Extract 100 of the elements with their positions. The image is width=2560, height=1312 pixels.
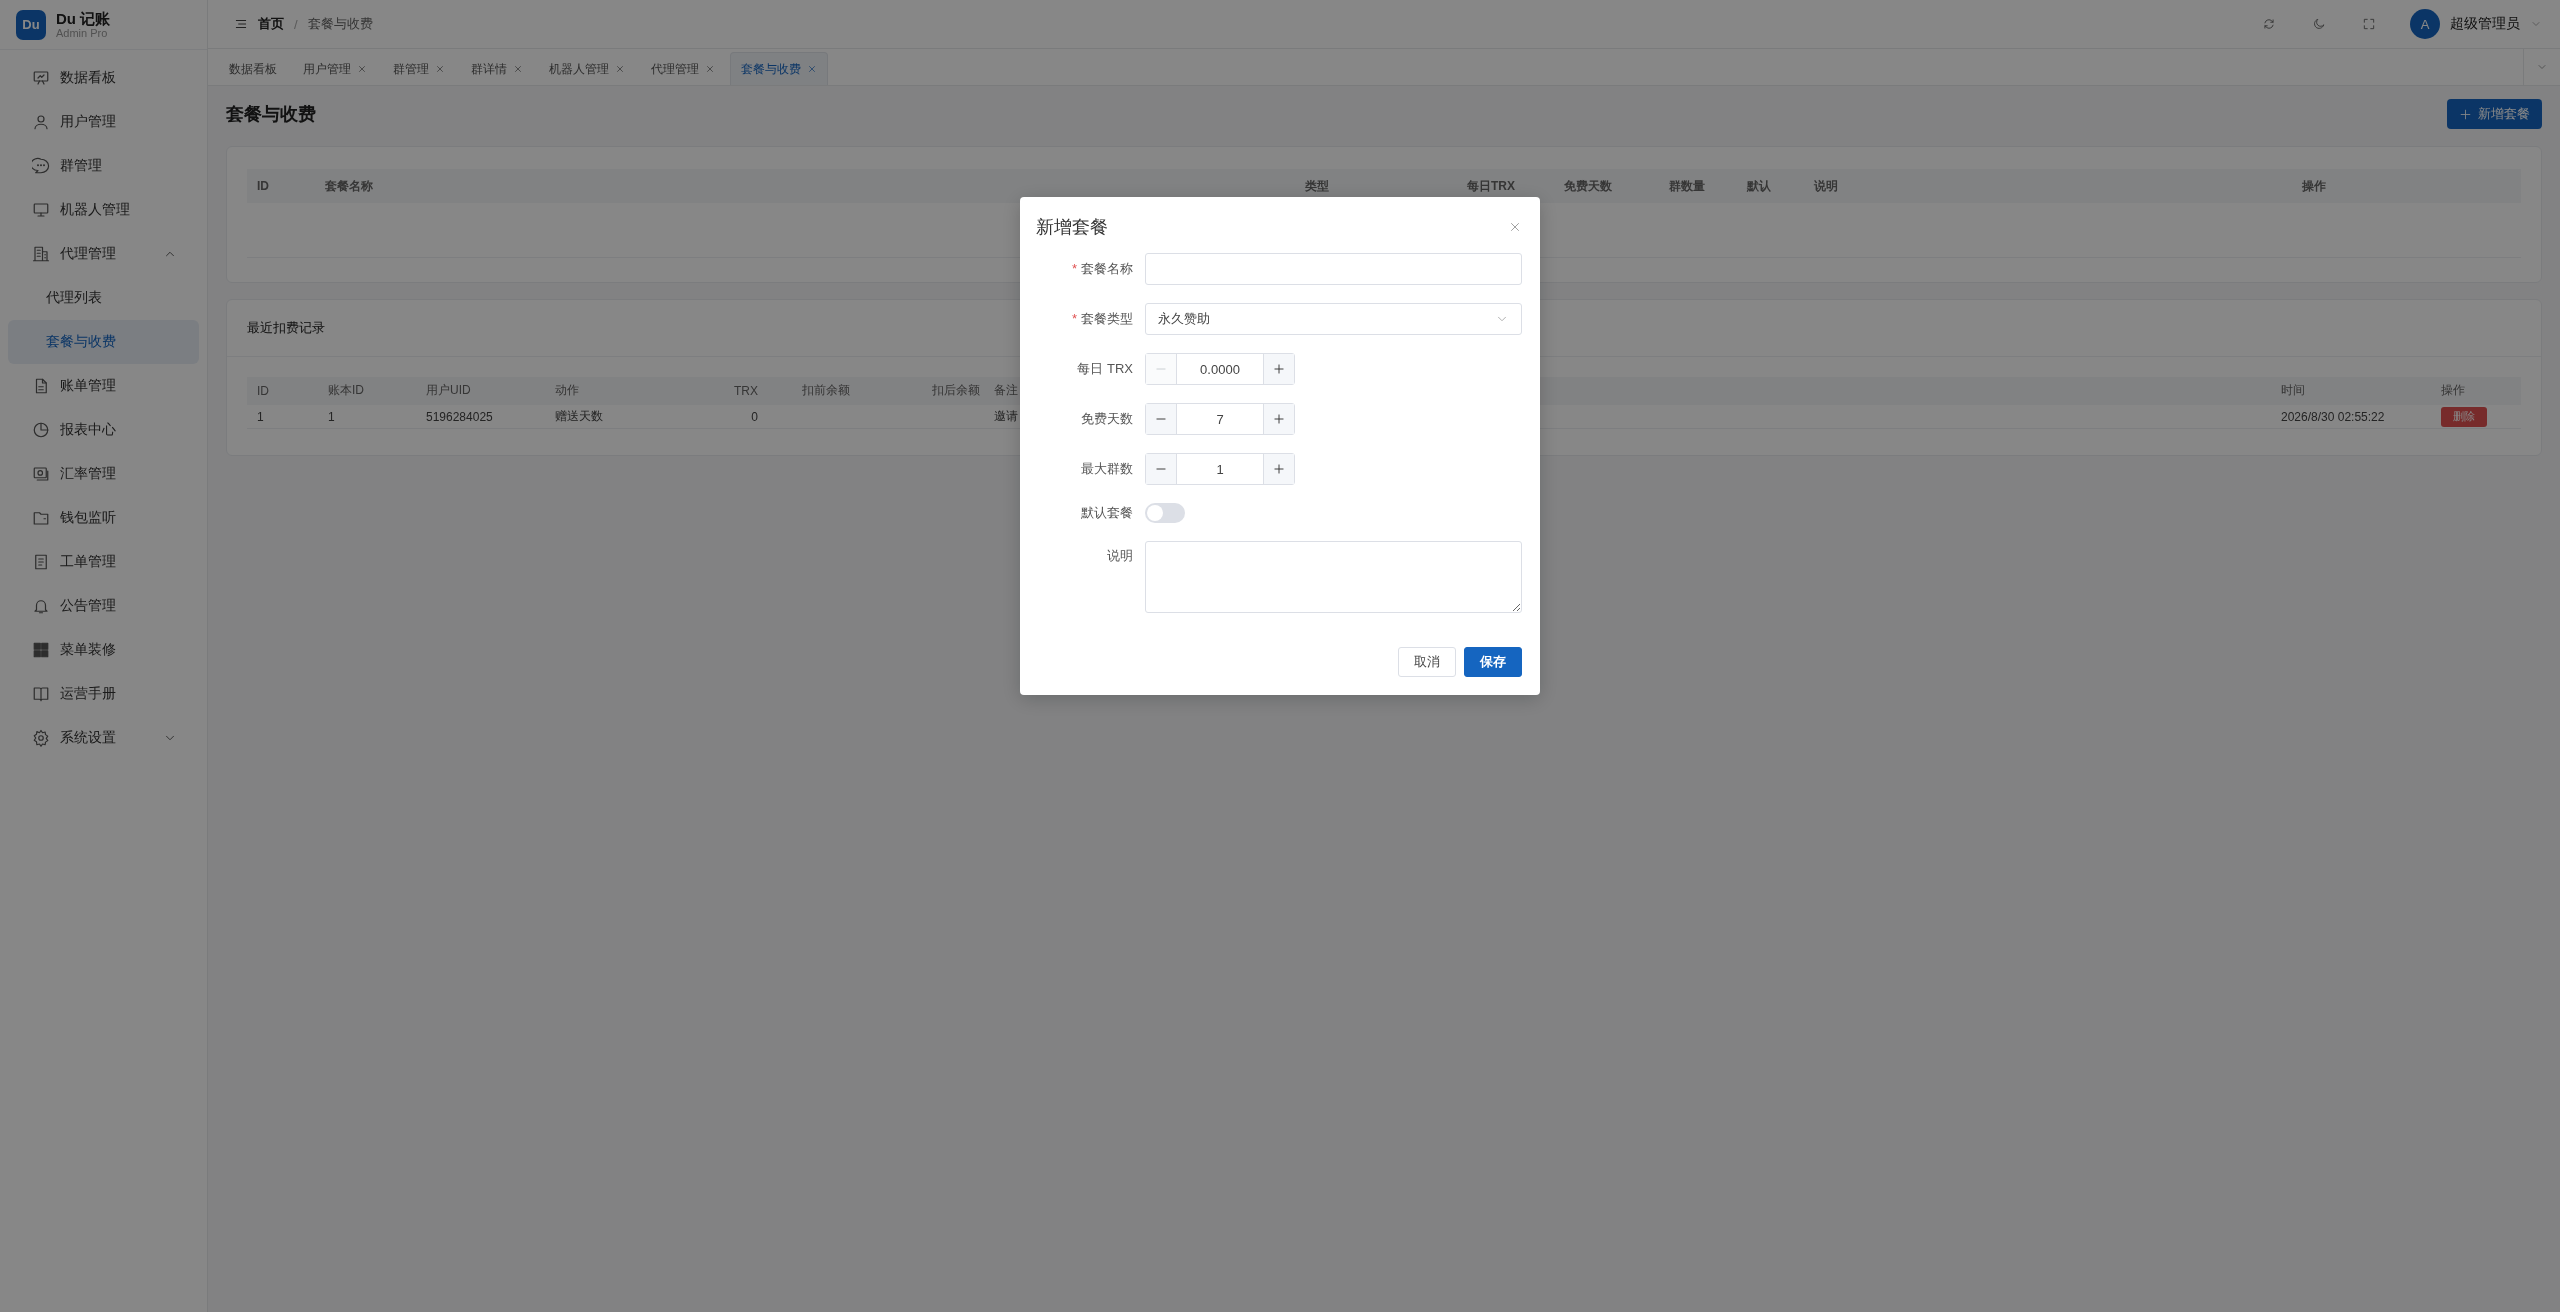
app-name: Du 记账	[56, 9, 111, 27]
sidebar-item[interactable]: 菜单装修	[8, 628, 199, 672]
table-cell: 0	[751, 409, 758, 424]
select-field[interactable]: 永久赞助	[1145, 303, 1522, 335]
increment-button[interactable]	[1263, 404, 1294, 434]
moon-icon[interactable]	[2312, 17, 2326, 31]
book-icon	[32, 685, 50, 703]
table-cell: 邀请	[994, 409, 1018, 424]
column-header: 默认	[1737, 169, 1804, 203]
breadcrumb-item[interactable]: 首页	[258, 15, 284, 33]
delete-button[interactable]: 删除	[2441, 406, 2487, 427]
close-icon[interactable]	[357, 64, 367, 74]
sidebar-item[interactable]: 代理列表	[8, 276, 199, 320]
table-cell: 2026/8/30 02:55:22	[2281, 409, 2385, 424]
close-icon[interactable]	[705, 64, 715, 74]
table-cell: 5196284025	[426, 409, 493, 424]
chat-icon	[32, 157, 50, 175]
column-header: ID	[247, 169, 315, 203]
field-label: 最大群数	[1080, 460, 1133, 478]
user-name[interactable]: 超级管理员	[2450, 15, 2520, 33]
page-tab[interactable]: 套餐与收费	[730, 52, 828, 85]
sidebar-group[interactable]: 代理管理	[8, 232, 199, 276]
page-tab[interactable]: 机器人管理	[538, 52, 636, 85]
refresh-icon[interactable]	[2262, 17, 2276, 31]
column-header: 免费天数	[1554, 169, 1659, 203]
plus-icon	[1272, 462, 1286, 476]
field-label: 说明	[1106, 547, 1133, 565]
sidebar-item[interactable]: 用户管理	[8, 100, 199, 144]
sidebar-item[interactable]: 数据看板	[8, 56, 199, 100]
fullscreen-icon[interactable]	[2362, 17, 2376, 31]
column-header: 扣后余额	[860, 376, 990, 405]
column-header: 扣前余额	[768, 376, 860, 405]
page-tab[interactable]: 用户管理	[292, 52, 378, 85]
column-header: 操作	[2292, 169, 2521, 203]
grid-icon	[32, 641, 50, 659]
page-tab[interactable]: 群详情	[460, 52, 534, 85]
breadcrumb-separator: /	[294, 16, 298, 32]
sidebar-group[interactable]: 系统设置	[8, 716, 199, 760]
dialog-title: 新增套餐	[1036, 216, 1108, 239]
save-button[interactable]: 保存	[1464, 647, 1522, 677]
sidebar-item[interactable]: 运营手册	[8, 672, 199, 716]
column-header: ID	[247, 376, 318, 405]
plus-icon	[1272, 362, 1286, 376]
decrement-button[interactable]	[1146, 404, 1177, 434]
app-logo: Du	[16, 9, 46, 40]
plus-icon	[2459, 107, 2472, 121]
sidebar-item[interactable]: 套餐与收费	[8, 320, 199, 364]
list-icon	[32, 553, 50, 571]
sidebar-item[interactable]: 机器人管理	[8, 188, 199, 232]
number-stepper[interactable]: 1	[1145, 453, 1295, 485]
easel-icon	[32, 69, 50, 87]
folder-icon	[32, 509, 50, 527]
plus-icon	[1272, 412, 1286, 426]
column-header: 套餐名称	[315, 169, 1295, 203]
column-header: TRX	[690, 376, 768, 405]
field-label: 默认套餐	[1080, 504, 1133, 522]
sidebar-item[interactable]: 汇率管理	[8, 452, 199, 496]
settings-icon	[32, 729, 50, 747]
increment-button[interactable]	[1263, 354, 1294, 384]
decrement-button[interactable]	[1146, 454, 1177, 484]
user-avatar[interactable]: A	[2410, 9, 2440, 39]
add-plan-button[interactable]: 新增套餐	[2447, 99, 2542, 129]
table-cell: 1	[328, 409, 335, 424]
sidebar-item[interactable]: 报表中心	[8, 408, 199, 452]
page-tab[interactable]: 群管理	[382, 52, 456, 85]
field-label: * 套餐类型	[1070, 310, 1133, 328]
close-icon[interactable]	[1508, 220, 1522, 234]
number-stepper[interactable]: 7	[1145, 403, 1295, 435]
pie-chart-icon	[32, 421, 50, 439]
column-header: 群数量	[1659, 169, 1737, 203]
monitor-icon	[32, 201, 50, 219]
input-field[interactable]	[1145, 253, 1522, 285]
column-header: 账本ID	[318, 376, 416, 405]
column-header: 说明	[1804, 169, 2292, 203]
description-field[interactable]	[1145, 541, 1522, 613]
field-label: 免费天数	[1080, 410, 1133, 428]
increment-button[interactable]	[1263, 454, 1294, 484]
toggle-switch[interactable]	[1145, 503, 1185, 523]
sidebar-item[interactable]: 钱包监听	[8, 496, 199, 540]
table-cell: 赠送天数	[555, 409, 603, 424]
menu-icon[interactable]	[234, 17, 248, 31]
breadcrumb-item: 套餐与收费	[307, 15, 373, 33]
sidebar-item[interactable]: 账单管理	[8, 364, 199, 408]
column-header: 动作	[545, 376, 690, 405]
sidebar-item[interactable]: 公告管理	[8, 584, 199, 628]
field-label: * 套餐名称	[1070, 260, 1133, 278]
sidebar-item[interactable]: 群管理	[8, 144, 199, 188]
close-icon[interactable]	[615, 64, 625, 74]
sidebar-item[interactable]: 工单管理	[8, 540, 199, 584]
page-tab[interactable]: 代理管理	[640, 52, 726, 85]
table-cell: 1	[257, 409, 264, 424]
cancel-button[interactable]: 取消	[1398, 647, 1456, 677]
close-icon[interactable]	[807, 64, 817, 74]
column-header: 操作	[2431, 376, 2521, 405]
building-icon	[32, 245, 50, 263]
column-header: 时间	[2271, 376, 2431, 405]
number-stepper[interactable]: 0.0000	[1145, 353, 1295, 385]
page-tab[interactable]: 数据看板	[218, 52, 288, 85]
close-icon[interactable]	[435, 64, 445, 74]
close-icon[interactable]	[513, 64, 523, 74]
